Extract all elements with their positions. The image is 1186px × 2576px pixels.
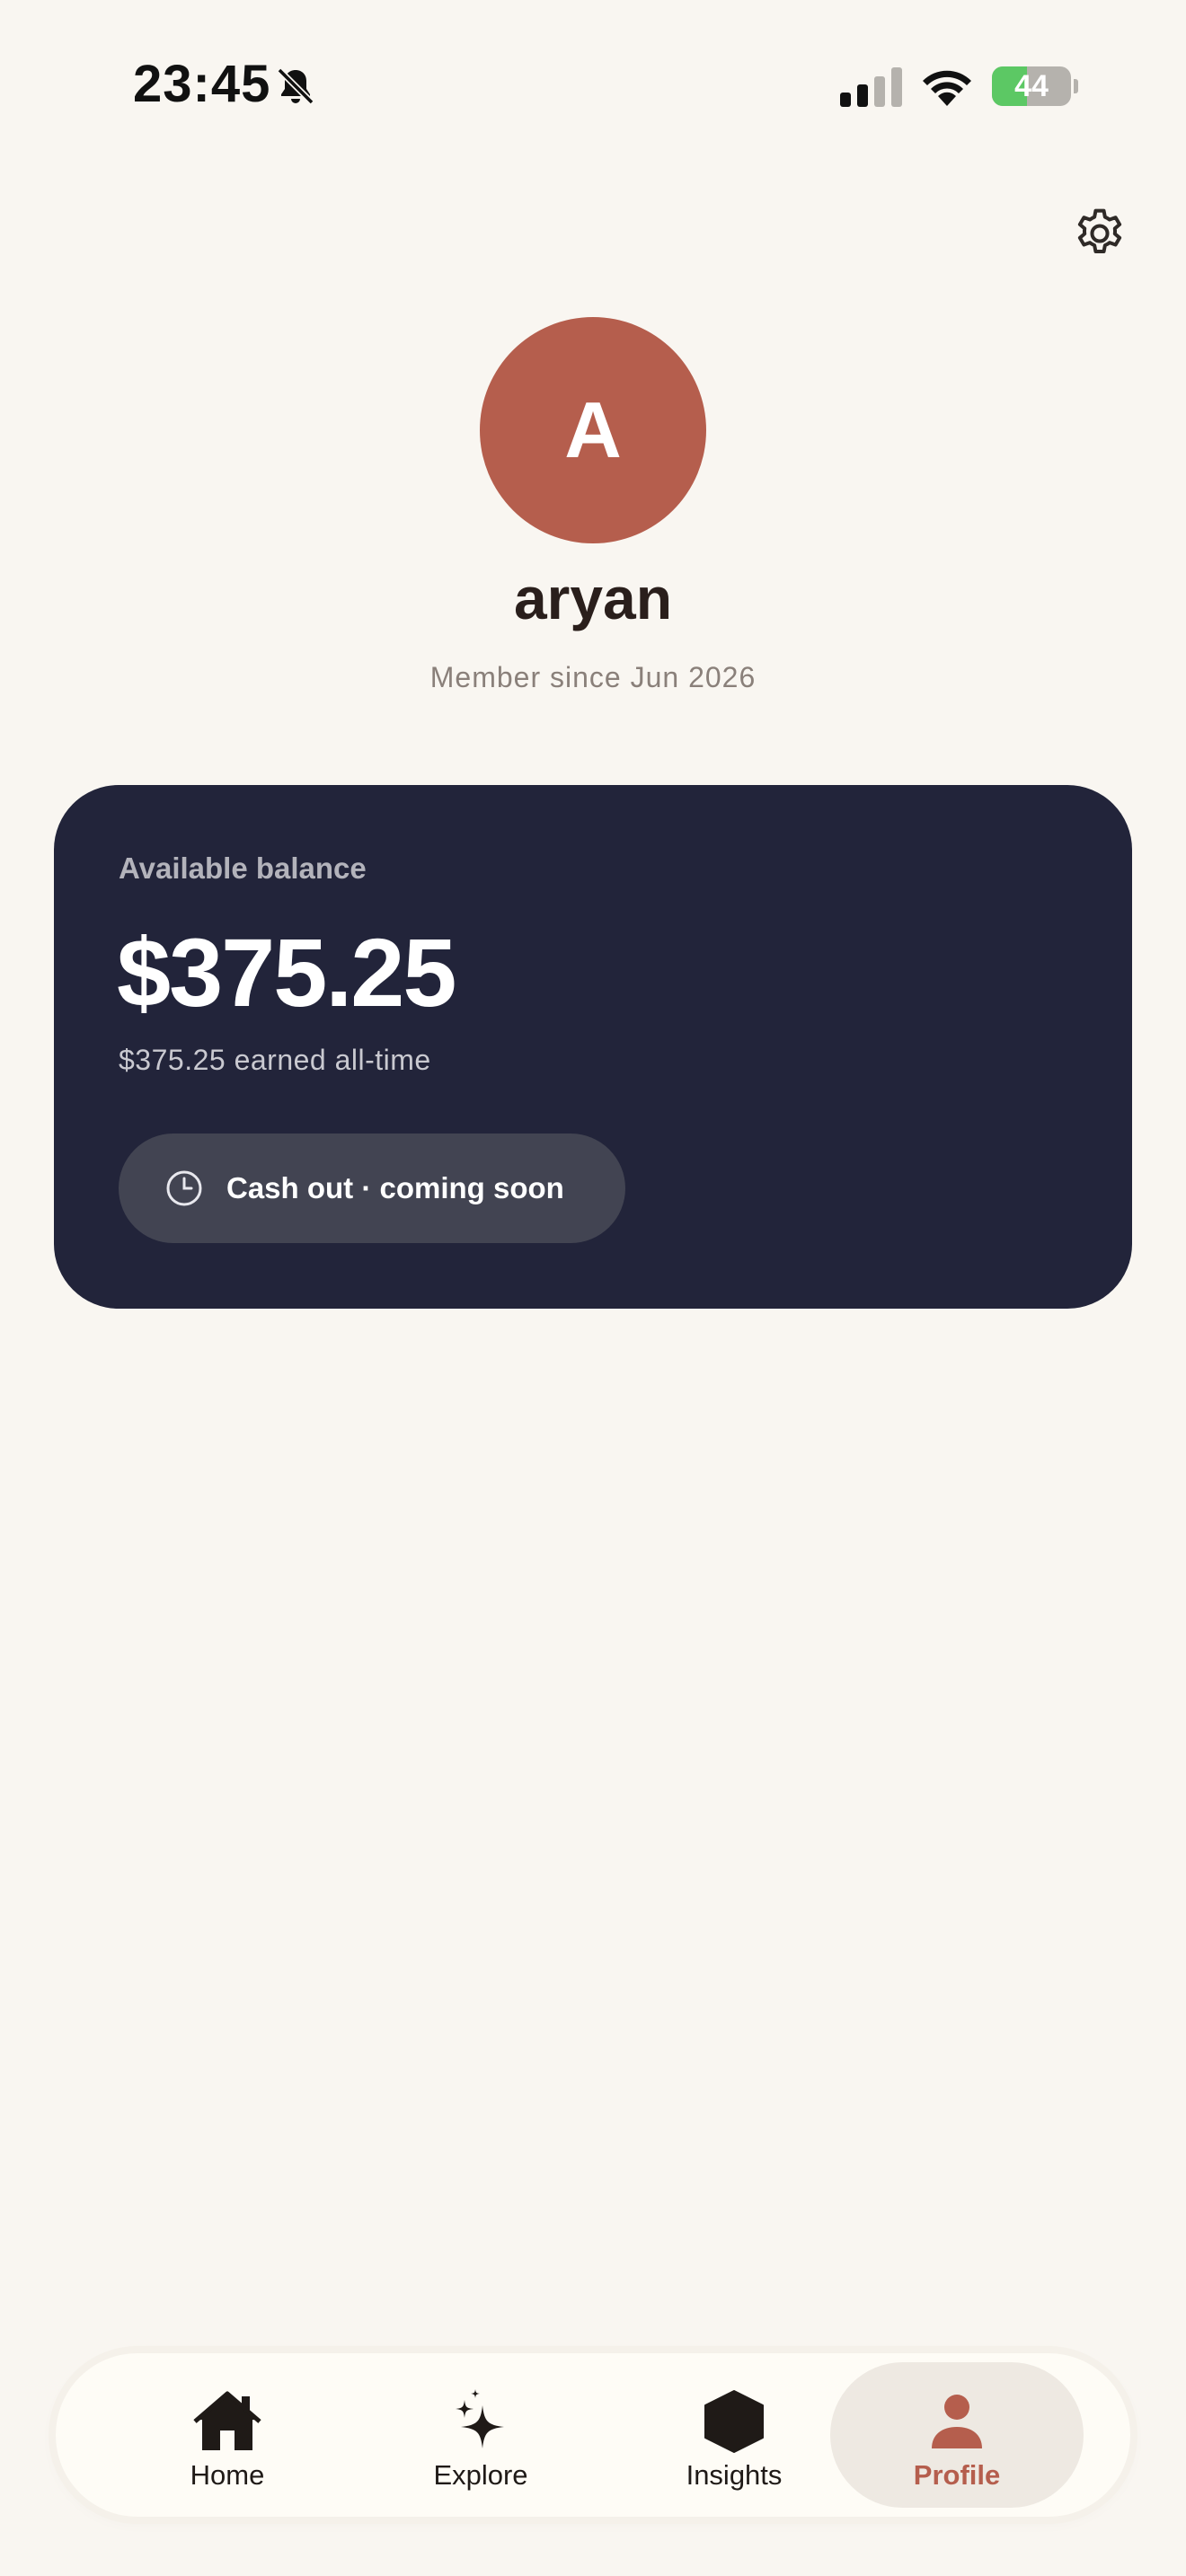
tab-label-insights: Insights [686, 2459, 783, 2491]
avatar[interactable]: A [480, 317, 706, 543]
tab-label-home: Home [190, 2459, 265, 2491]
cashout-label: Cash out · coming soon [226, 1171, 564, 1204]
person-icon [932, 2395, 982, 2448]
tab-home[interactable]: Home [101, 2362, 354, 2508]
balance-label: Available balance [119, 851, 367, 885]
battery-percent: 44 [1014, 69, 1049, 103]
bottom-tab-bar: Home Explore Insights Profile [56, 2353, 1130, 2517]
avatar-initial: A [564, 385, 622, 474]
cellular-signal-icon [840, 67, 902, 107]
tab-label-profile: Profile [913, 2459, 1001, 2491]
balance-amount: $375.25 [117, 918, 456, 1027]
balance-card: Available balance $375.25 $375.25 earned… [54, 785, 1132, 1309]
tab-insights[interactable]: Insights [607, 2362, 861, 2508]
tab-explore[interactable]: Explore [354, 2362, 607, 2508]
cashout-button[interactable]: Cash out · coming soon [119, 1134, 625, 1243]
tab-label-explore: Explore [433, 2459, 528, 2491]
clock-icon [166, 1170, 202, 1206]
user-name: aryan [513, 565, 673, 631]
sparkle-icon [456, 2389, 504, 2448]
settings-button[interactable] [1066, 199, 1134, 268]
home-icon [193, 2391, 261, 2450]
wifi-icon [923, 70, 971, 106]
status-bar: 23:45 44 [0, 0, 1186, 171]
member-since: Member since Jun 2026 [429, 661, 757, 693]
bell-muted-icon [277, 67, 314, 105]
balance-earned: $375.25 earned all-time [119, 1044, 431, 1076]
battery-charging-icon: 44 [992, 66, 1078, 106]
gear-icon [1077, 208, 1122, 253]
status-time: 23:45 [133, 55, 271, 113]
hexagon-icon [704, 2390, 764, 2453]
tab-profile[interactable]: Profile [830, 2362, 1084, 2508]
